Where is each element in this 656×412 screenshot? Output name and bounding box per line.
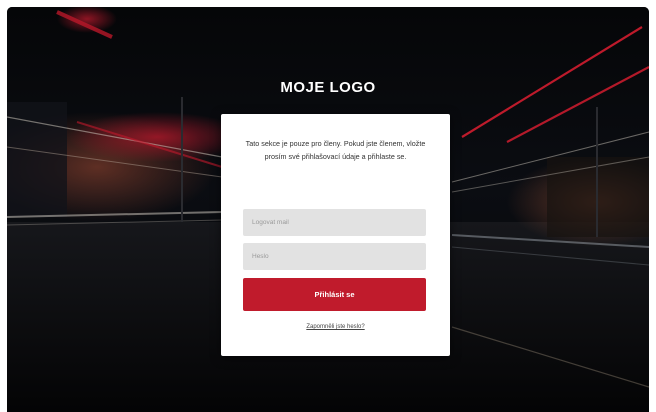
logo-text: MOJE LOGO	[280, 79, 376, 96]
login-button[interactable]: Přihlásit se	[243, 278, 426, 311]
login-page: MOJE LOGO Tato sekce je pouze pro členy.…	[7, 7, 649, 412]
password-input[interactable]	[243, 243, 426, 270]
username-input[interactable]	[243, 209, 426, 236]
forgot-password-link[interactable]: Zapomněli jste heslo?	[221, 324, 450, 330]
login-card: Tato sekce je pouze pro členy. Pokud jst…	[221, 114, 450, 356]
login-intro-text: Tato sekce je pouze pro členy. Pokud jst…	[245, 139, 426, 161]
